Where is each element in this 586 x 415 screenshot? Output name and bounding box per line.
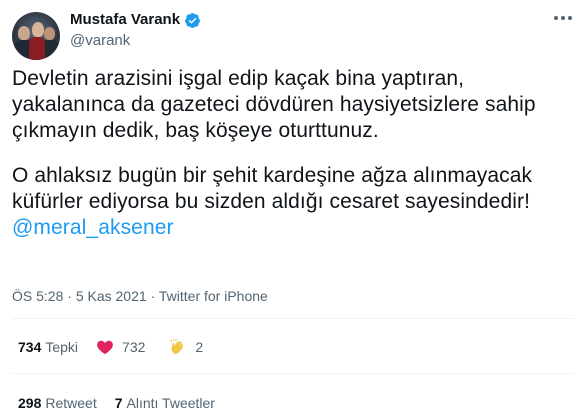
quote-label[interactable]: Alıntı Tweetler bbox=[127, 394, 215, 412]
tweet-line: yakalanınca da gazeteci dövdüren haysiye… bbox=[12, 93, 536, 116]
divider bbox=[12, 318, 574, 319]
tweet-source[interactable]: Twitter for iPhone bbox=[159, 288, 268, 304]
reactions-total: 734 bbox=[18, 339, 42, 355]
mention-link[interactable]: @meral_aksener bbox=[12, 215, 577, 241]
quote-count[interactable]: 7 bbox=[115, 394, 123, 412]
clap-icon bbox=[170, 338, 184, 354]
tweet-line: O ahlaksız bugün bir şehit kardeşine ağz… bbox=[12, 164, 533, 187]
tweet-card: Mustafa Varank @varank Devletin arazisin… bbox=[0, 0, 586, 415]
avatar[interactable] bbox=[12, 12, 60, 60]
heart-icon bbox=[97, 340, 113, 355]
likes-count: 732 bbox=[122, 339, 146, 355]
author-name[interactable]: Mustafa Varank bbox=[70, 11, 180, 29]
claps-count: 2 bbox=[195, 339, 204, 355]
retweet-label[interactable]: Retweet bbox=[45, 394, 96, 412]
reactions-row[interactable]: 734 Tepki 732 2 bbox=[18, 338, 203, 356]
tweet-paragraph-2: O ahlaksız bugün bir şehit kardeşine ağz… bbox=[12, 163, 577, 241]
retweet-count[interactable]: 298 bbox=[18, 394, 41, 412]
more-options-icon[interactable] bbox=[554, 16, 572, 20]
tweet-line: küfürler ediyorsa bu sizden aldığı cesar… bbox=[12, 190, 531, 213]
tweet-paragraph-1: Devletin arazisini işgal edip kaçak bina… bbox=[12, 66, 577, 144]
meta-separator: · bbox=[67, 288, 72, 304]
tweet-time[interactable]: ÖS 5:28 bbox=[12, 288, 63, 304]
verified-badge-icon bbox=[185, 12, 200, 28]
shares-row: 298 Retweet 7 Alıntı Tweetler bbox=[18, 394, 215, 412]
tweet-line: çıkmayın dedik, baş köşeye oturttunuz. bbox=[12, 119, 379, 142]
author-row: Mustafa Varank bbox=[70, 11, 201, 29]
tweet-text: Devletin arazisini işgal edip kaçak bina… bbox=[12, 66, 577, 241]
meta-separator: · bbox=[150, 288, 156, 304]
author-handle[interactable]: @varank bbox=[70, 32, 130, 50]
reactions-label: Tepki bbox=[45, 339, 79, 355]
tweet-date[interactable]: 5 Kas 2021 bbox=[76, 288, 147, 304]
tweet-meta: ÖS 5:28 · 5 Kas 2021 · Twitter for iPhon… bbox=[12, 288, 268, 305]
tweet-line: Devletin arazisini işgal edip kaçak bina… bbox=[12, 67, 465, 90]
divider bbox=[12, 373, 574, 374]
